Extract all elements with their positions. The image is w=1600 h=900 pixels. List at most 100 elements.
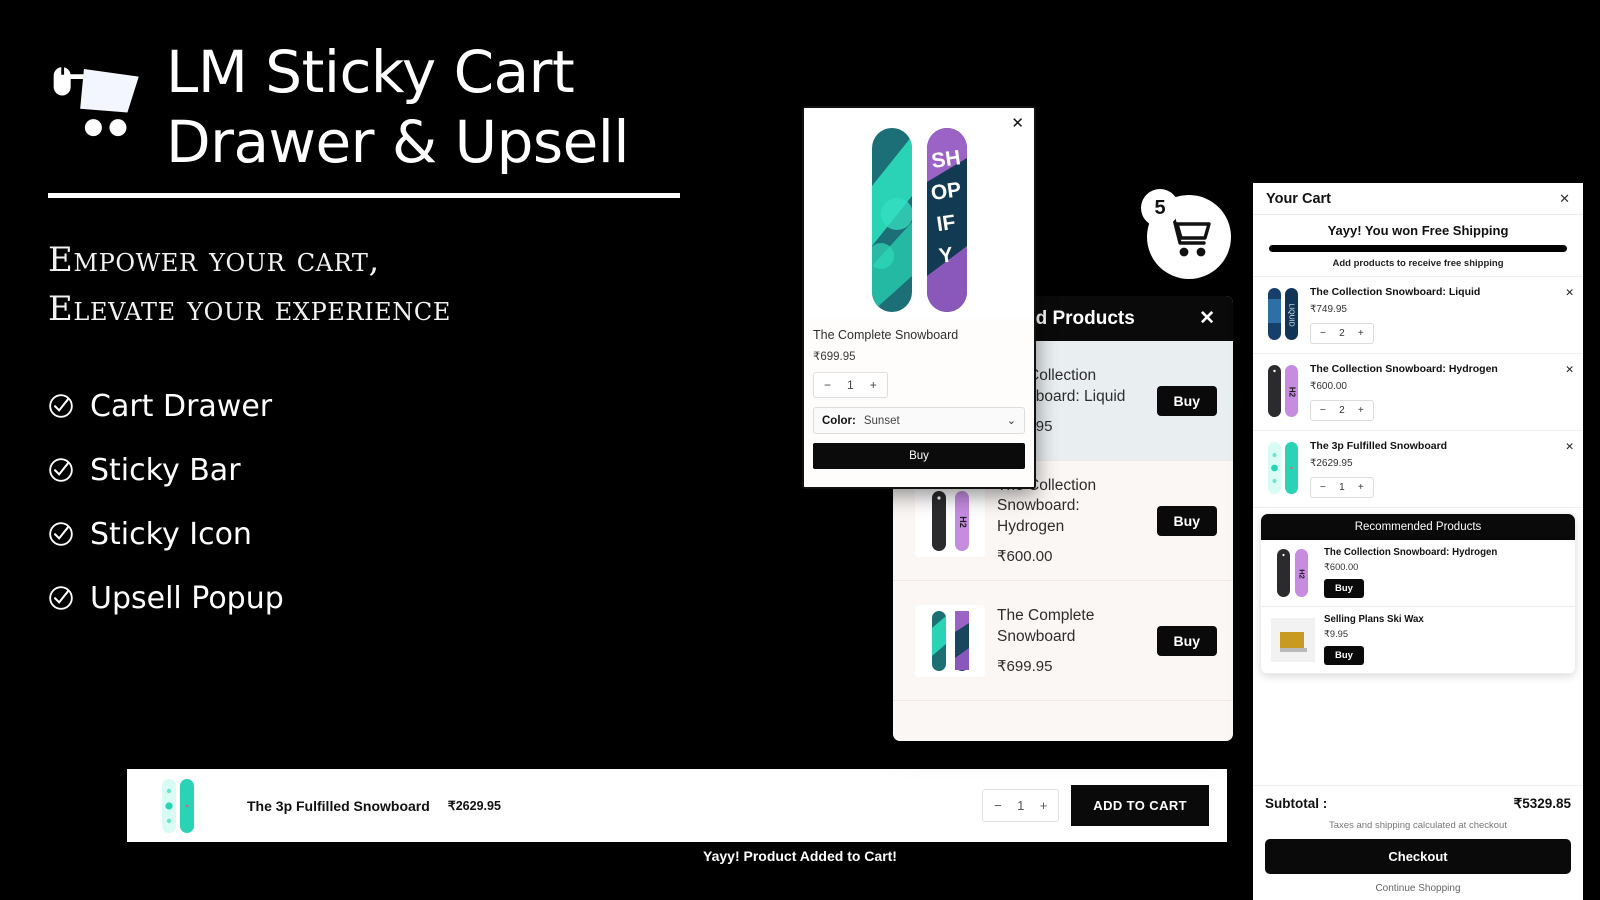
cart-line-item: LIQUID The Collection Snowboard: Liquid … [1253,277,1583,355]
close-icon[interactable]: ✕ [1559,191,1570,207]
list-item: Sticky Bar [48,453,728,488]
list-item[interactable]: H2 The Collection Snowboard: Hydrogen ₹6… [1261,540,1575,608]
chevron-down-icon[interactable]: ⌄ [1007,414,1016,427]
product-price: ₹9.95 [1324,629,1349,640]
quantity-stepper[interactable]: − 2 + [1310,400,1374,422]
snowboard-liquid-icon: LIQUID [1285,288,1298,340]
product-thumbnail [915,604,985,677]
quantity-value: 2 [1339,328,1345,340]
product-thumbnail: H2 [915,484,985,557]
check-circle-icon [49,458,73,483]
product-name: The Collection Snowboard: Hydrogen [1310,363,1498,376]
svg-text:H2: H2 [958,516,968,528]
continue-shopping-link[interactable]: Continue Shopping [1265,883,1571,894]
tax-note: Taxes and shipping calculated at checkou… [1329,820,1507,831]
product-thumbnail: H2 [1271,547,1315,599]
product-thumbnail: H2 [1265,363,1301,419]
quantity-stepper[interactable]: − 1 + [982,789,1060,822]
product-price: ₹699.95 [813,351,856,363]
feature-label: Sticky Icon [90,516,252,552]
checkout-button[interactable]: Checkout [1265,839,1571,874]
check-circle-icon [49,586,73,611]
increment-button[interactable]: + [1029,790,1059,821]
product-price: ₹600.00 [997,548,1053,566]
variant-select[interactable]: Color: Sunset ⌄ [813,407,1025,434]
product-info: Selling Plans Ski Wax ₹9.95 Buy [1324,614,1565,666]
product-info: The Collection Snowboard: Hydrogen ₹600.… [997,476,1145,566]
close-icon[interactable]: ✕ [1199,307,1215,330]
buy-button[interactable]: Buy [813,443,1025,469]
product-price: ₹749.95 [1310,304,1347,316]
svg-text:IF: IF [935,210,957,235]
quantity-value: 1 [1017,798,1025,813]
product-name: The Complete Snowboard [813,328,959,342]
title-divider [48,193,680,199]
product-price: ₹699.95 [997,658,1053,676]
snowboard-hydrogen-icon: H2 [1295,549,1308,598]
quantity-value: 1 [1339,482,1345,494]
remove-item-icon[interactable]: ✕ [1565,441,1574,453]
product-info: The Collection Snowboard: Hydrogen ₹600.… [1324,547,1565,599]
cart-count-badge: 5 [1141,189,1179,227]
sticky-cart-icon[interactable]: 5 [1141,189,1231,279]
list-item[interactable]: The Complete Snowboard ₹699.95 Buy [893,581,1233,701]
cart-drawer-header: Your Cart ✕ [1253,183,1583,215]
remove-item-icon[interactable]: ✕ [1565,364,1574,376]
buy-button[interactable]: Buy [1156,385,1217,416]
quantity-stepper[interactable]: − 1 + [813,372,888,398]
decrement-button[interactable]: − [1311,478,1335,497]
cart-item-info: The Collection Snowboard: Hydrogen ₹600.… [1310,363,1573,422]
product-name: The Collection Snowboard: Liquid [1310,286,1481,298]
decrement-button[interactable]: − [1311,324,1335,343]
shipping-progress-bar [1269,245,1567,252]
buy-button[interactable]: Buy [1324,646,1364,666]
snowboard-shopify-icon: SH OP IF Y [926,127,967,312]
drawer-recommended-section: Recommended Products H2 The Collection S… [1261,514,1575,675]
quantity-value: 1 [847,378,854,392]
quantity-stepper[interactable]: − 2 + [1310,323,1374,345]
snowboard-3p-icon [1285,442,1298,495]
subtotal-label: Subtotal : [1265,796,1328,811]
upsell-body: The Complete Snowboard ₹699.95 − 1 + Col… [804,319,1034,487]
buy-button[interactable]: Buy [1156,625,1217,656]
product-thumbnail [161,777,199,835]
remove-item-icon[interactable]: ✕ [1565,287,1574,299]
increment-button[interactable]: + [1349,324,1373,343]
decrement-button[interactable]: − [983,790,1013,821]
feature-label: Sticky Bar [90,452,241,488]
product-name: The 3p Fulfilled Snowboard [247,797,430,814]
cart-drawer: Your Cart ✕ Yayy! You won Free Shipping … [1253,183,1583,900]
increment-button[interactable]: + [860,373,887,397]
cart-item-info: The Collection Snowboard: Liquid ₹749.95… [1310,286,1573,345]
increment-button[interactable]: + [1349,401,1373,420]
close-icon[interactable]: ✕ [1011,116,1024,131]
decrement-button[interactable]: − [1311,401,1335,420]
snowboard-hydrogen-icon: H2 [954,490,969,551]
upsell-popup: ✕ SH OP IF Y The Complete Snowboard ₹699… [802,106,1036,489]
cart-drawer-title: Your Cart [1266,190,1331,207]
cart-with-mouse-logo-icon [53,65,139,137]
buy-button[interactable]: Buy [1156,505,1217,536]
free-shipping-progress: Yayy! You won Free Shipping Add products… [1253,215,1583,277]
svg-text:OP: OP [929,178,962,205]
quantity-stepper[interactable]: − 1 + [1310,477,1374,499]
add-to-cart-button[interactable]: ADD TO CART [1071,785,1209,826]
shipping-subtext: Add products to receive free shipping [1332,258,1504,269]
cart-line-item: The 3p Fulfilled Snowboard ₹2629.95 − 1 … [1253,431,1583,509]
cart-item-info: The 3p Fulfilled Snowboard ₹2629.95 − 1 … [1310,440,1573,499]
product-thumbnail: LIQUID [1265,286,1301,342]
decrement-button[interactable]: − [814,373,841,397]
svg-text:SH: SH [930,146,962,173]
snowboard-hydrogen-icon [1268,365,1281,418]
promo-header: LM Sticky Cart Drawer & Upsell [48,38,728,177]
snowboard-hydrogen-icon: H2 [1285,365,1298,418]
feature-label: Upsell Popup [90,580,284,616]
list-item[interactable]: Selling Plans Ski Wax ₹9.95 Buy [1261,607,1575,675]
list-item: Sticky Icon [48,517,728,552]
product-price: ₹600.00 [1324,562,1359,573]
product-info: The Complete Snowboard ₹699.95 [997,606,1145,675]
list-item: Cart Drawer [48,389,728,424]
list-item: Upsell Popup [48,581,728,616]
buy-button[interactable]: Buy [1324,579,1364,599]
increment-button[interactable]: + [1349,478,1373,497]
